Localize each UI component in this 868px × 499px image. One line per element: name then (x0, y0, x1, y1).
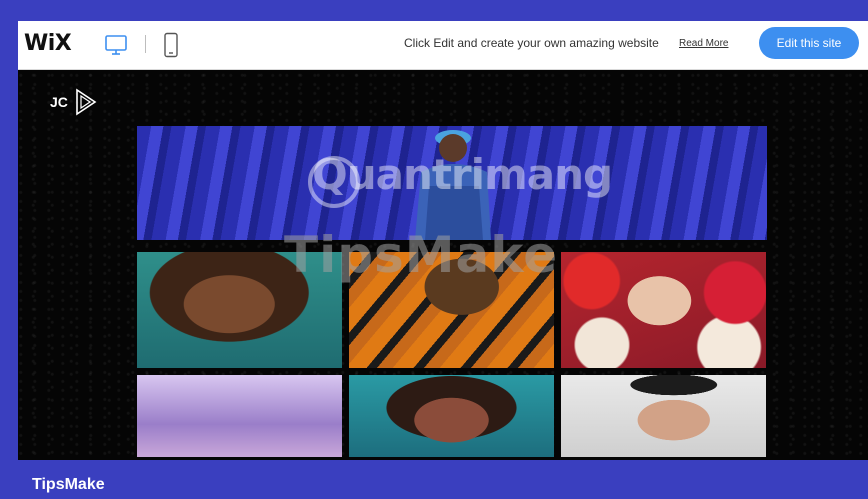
footer-brand: TipsMake (32, 476, 105, 493)
device-divider (145, 35, 146, 53)
wix-logo: WiX (24, 31, 72, 56)
photo-tile[interactable] (349, 375, 554, 457)
watermark-top: Quantrimang (312, 150, 613, 199)
photo-tile[interactable] (561, 252, 766, 368)
site-logo[interactable]: JC (50, 88, 98, 116)
photo-tile[interactable] (561, 375, 766, 457)
read-more-link[interactable]: Read More (679, 38, 728, 49)
wix-editor-bar: WiX Click Edit and create your own amazi… (18, 21, 868, 70)
play-icon (76, 88, 97, 116)
photo-tile[interactable] (137, 375, 342, 457)
watermark-middle: TipsMake (284, 226, 559, 284)
site-logo-text: JC (50, 94, 68, 110)
edit-site-button[interactable]: Edit this site (759, 27, 859, 59)
promo-text: Click Edit and create your own amazing w… (404, 36, 659, 50)
browser-frame: WiX Click Edit and create your own amazi… (0, 0, 868, 499)
desktop-icon[interactable] (104, 33, 128, 57)
mobile-icon[interactable] (163, 32, 179, 58)
